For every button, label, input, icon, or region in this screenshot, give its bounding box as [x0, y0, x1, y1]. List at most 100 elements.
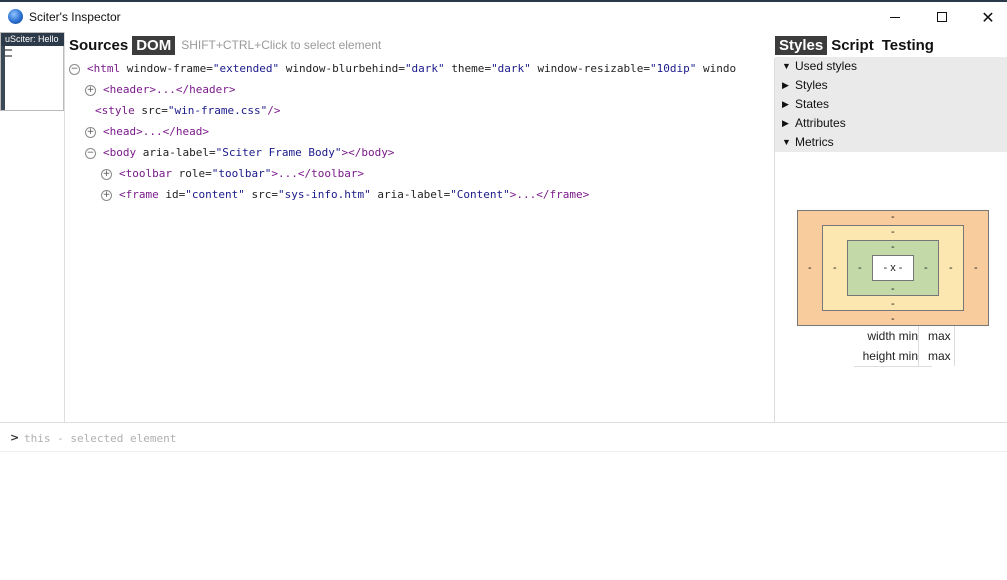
console-input[interactable] — [24, 430, 994, 446]
inspector-window: Sciter's Inspector ✕ uSciter: Hello Sour… — [0, 0, 1007, 580]
box-model-diagram: - x - - - - - - - - - - - - - — [797, 210, 989, 326]
border-left: - — [833, 262, 837, 274]
tag-name: <frame — [119, 188, 159, 201]
close-icon: ✕ — [981, 7, 995, 27]
node-text: <head>...</head> — [103, 125, 209, 138]
height-max: max — [928, 349, 951, 363]
tag-name: <toolbar — [119, 167, 172, 180]
border-right: - — [949, 262, 953, 274]
attr-value: "dark" — [404, 62, 445, 75]
expand-icon[interactable]: + — [101, 169, 112, 180]
attr-value: "Sciter Frame Body" — [215, 146, 342, 159]
attr-value: "toolbar" — [211, 167, 272, 180]
section-metrics[interactable]: ▼ Metrics — [775, 133, 1007, 152]
title-bar: Sciter's Inspector ✕ — [0, 2, 1007, 32]
border-top: - — [891, 226, 895, 238]
window-thumbnail-panel: uSciter: Hello — [0, 32, 65, 422]
tab-testing[interactable]: Testing — [878, 36, 938, 55]
maximize-icon — [937, 12, 947, 22]
triangle-right-icon: ▶ — [782, 99, 789, 109]
triangle-down-icon: ▼ — [782, 61, 791, 71]
width-max: max — [928, 329, 951, 343]
collapse-icon[interactable]: − — [69, 64, 80, 75]
margin-top: - — [891, 211, 895, 223]
padding-bottom: - — [891, 283, 895, 295]
attr-name: aria-label — [377, 188, 444, 201]
width-row: width min — [854, 326, 918, 346]
section-label: Styles — [795, 78, 828, 92]
content-size: - x - — [872, 255, 914, 281]
section-attributes[interactable]: ▶ Attributes — [775, 114, 1007, 133]
padding-left: - — [858, 262, 862, 274]
collapse-icon[interactable]: − — [85, 148, 96, 159]
attr-name: windo — [703, 62, 737, 75]
tag-close: >...</toolbar> — [271, 167, 365, 180]
attr-name: window-blurbehind — [285, 62, 399, 75]
minimize-icon — [890, 16, 900, 18]
section-used-styles[interactable]: ▼ Used styles — [775, 57, 1007, 76]
width-label: width min — [867, 329, 918, 343]
triangle-right-icon: ▶ — [782, 80, 789, 90]
right-tabs: Styles Script Testing — [775, 34, 938, 56]
maximize-button[interactable] — [919, 2, 965, 32]
tab-sources[interactable]: Sources — [65, 36, 132, 55]
close-button[interactable]: ✕ — [965, 2, 1007, 32]
table-divider — [918, 326, 919, 366]
table-divider — [954, 326, 955, 366]
attr-value: "win-frame.css" — [167, 104, 268, 117]
tag-name: <html — [87, 62, 121, 75]
tag-close: /> — [267, 104, 281, 117]
tab-script[interactable]: Script — [827, 36, 878, 55]
section-label: Used styles — [795, 59, 858, 73]
expand-icon[interactable]: + — [85, 85, 96, 96]
tag-close: >...</frame> — [509, 188, 590, 201]
section-label: States — [795, 97, 830, 111]
expand-icon[interactable]: + — [85, 127, 96, 138]
tag-close: ></body> — [341, 146, 395, 159]
attr-value: "sys-info.htm" — [277, 188, 371, 201]
left-tabs: Sources DOM SHIFT+CTRL+Click to select e… — [65, 34, 381, 56]
attr-name: window-frame — [126, 62, 207, 75]
attr-value: "Content" — [450, 188, 510, 201]
attr-value: "extended" — [212, 62, 280, 75]
select-element-hint: SHIFT+CTRL+Click to select element — [181, 38, 382, 52]
tab-dom[interactable]: DOM — [132, 35, 176, 55]
attr-name: id — [165, 188, 179, 201]
dom-tree: − <html window-frame="extended" window-b… — [69, 62, 737, 201]
attr-name: aria-label — [142, 146, 209, 159]
tab-styles[interactable]: Styles — [775, 35, 828, 55]
section-label: Attributes — [795, 116, 846, 130]
size-table: width min height min — [854, 326, 918, 366]
style-sections: ▼ Used styles ▶ Styles ▶ States ▶ Attrib… — [775, 57, 1007, 152]
prompt-icon: > — [10, 431, 20, 444]
dom-node-style[interactable]: <style src="win-frame.css"/> — [95, 103, 280, 119]
section-styles[interactable]: ▶ Styles — [775, 76, 1007, 95]
attr-value: "dark" — [491, 62, 531, 75]
node-text: <header>...</header> — [103, 83, 236, 96]
border-bottom: - — [891, 298, 895, 310]
expand-icon[interactable]: + — [101, 190, 112, 201]
minimize-button[interactable] — [872, 2, 918, 32]
console-bar: > — [0, 422, 1007, 452]
attr-name: role — [178, 167, 206, 180]
triangle-right-icon: ▶ — [782, 118, 789, 128]
padding-top: - — [891, 241, 895, 253]
margin-right: - — [974, 262, 978, 274]
thumbnail-title: uSciter: Hello — [1, 33, 64, 46]
thumbnail-menu-icon — [5, 49, 12, 57]
attr-name: window-resizable — [537, 62, 644, 75]
height-row: height min — [854, 346, 918, 366]
padding-right: - — [924, 262, 928, 274]
attr-value: "content" — [185, 188, 245, 201]
section-states[interactable]: ▶ States — [775, 95, 1007, 114]
window-title: Sciter's Inspector — [29, 10, 121, 24]
margin-bottom: - — [891, 313, 895, 325]
table-divider — [854, 366, 932, 367]
triangle-down-icon: ▼ — [782, 137, 791, 147]
sciter-icon — [8, 9, 23, 24]
tag-name: <body — [103, 146, 137, 159]
tag-name: <style — [95, 104, 135, 117]
window-thumbnail[interactable]: uSciter: Hello — [0, 32, 64, 111]
attr-name: src — [141, 104, 162, 117]
attr-name: src — [251, 188, 272, 201]
